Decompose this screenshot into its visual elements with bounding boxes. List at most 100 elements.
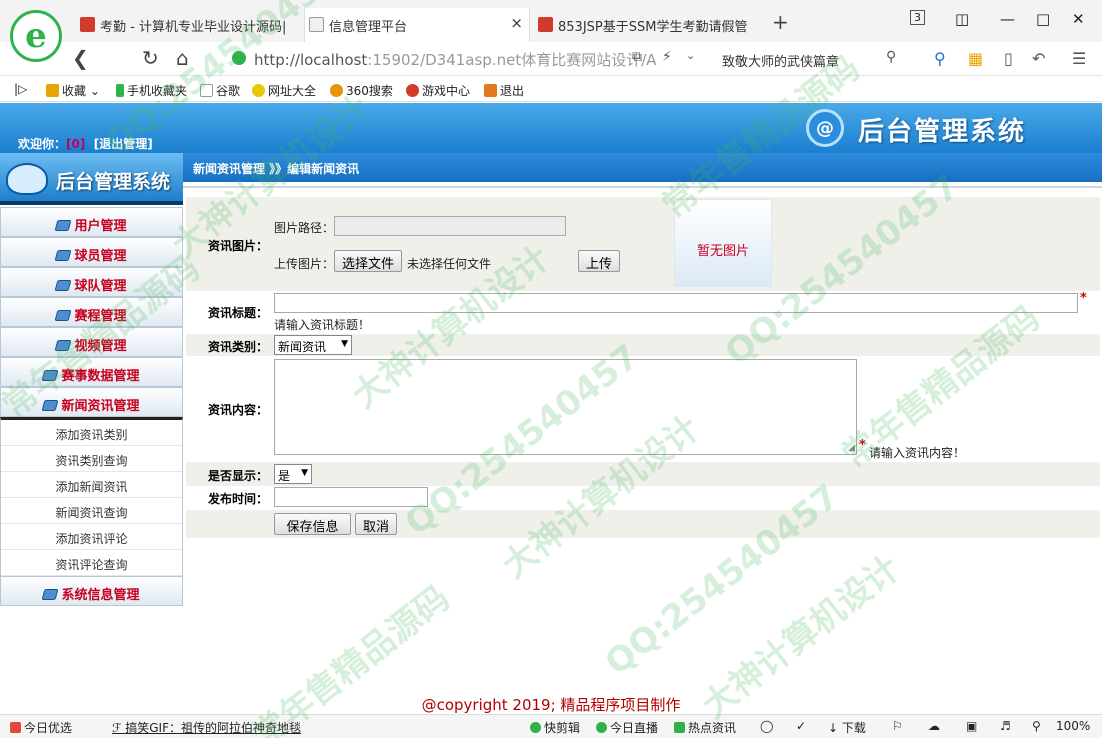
today-live[interactable]: 今日直播 [596,719,658,736]
volume-icon[interactable]: ♬ [1000,719,1011,733]
copyright-footer: @copyright 2019; 精品程序项目制作 [421,696,681,714]
maximize-icon[interactable]: □ [1036,10,1050,28]
menu-item-news[interactable]: 新闻资讯管理 [0,387,183,417]
bookmark-label: 游戏中心 [422,84,471,98]
breadcrumb: 新闻资讯管理 》》编辑新闻资讯 [183,153,1102,182]
tab-kaoqin[interactable]: 考勤 - 计算机专业毕业设计源码| [76,8,302,42]
download[interactable]: ↓ 下载 [828,719,866,736]
image-preview: 暂无图片 [674,199,772,287]
menu-item-match-data[interactable]: 赛事数据管理 [0,357,183,387]
save-button[interactable]: 保存信息 [274,513,351,535]
cancel-button[interactable]: 取消 [355,513,397,535]
zoom-level[interactable]: 100% [1056,719,1090,733]
menu-item-videos[interactable]: 视频管理 [0,327,183,357]
submenu-add-news[interactable]: 添加新闻资讯 [1,472,182,498]
menu-item-label: 赛程管理 [74,309,127,324]
tab-info-platform[interactable]: 信息管理平台 × [304,8,530,42]
edit-news-form: 资讯图片： 图片路径： 上传图片： 选择文件 未选择任何文件 上传 暂无图片 资… [186,197,1100,538]
tab-jsp-project[interactable]: 853JSP基于SSM学生考勤请假管 [534,8,760,42]
menu-item-system[interactable]: 系统信息管理 [0,576,183,606]
browser-status-bar: 今日优选 ℱ 搞笑GIF：祖传的阿拉伯神奇地毯 快剪辑 今日直播 热点资讯 ◯ … [0,714,1102,738]
menu-icon[interactable]: ☰ [1072,49,1086,68]
speed-dial-icon[interactable]: ◯ [760,719,773,733]
submenu-comment-query[interactable]: 资讯评论查询 [1,550,182,576]
menu-icon [55,310,72,321]
menu-item-schedule[interactable]: 赛程管理 [0,297,183,327]
tab-close-icon[interactable]: × [510,14,523,32]
menu-item-teams[interactable]: 球队管理 [0,267,183,297]
content-textarea[interactable]: ◢ [274,359,857,455]
news-link-label: 搞笑GIF：祖传的阿拉伯神奇地毯 [125,721,301,735]
sidebar-header: 后台管理系统 [0,153,183,205]
row-publish-time: 发布时间： [186,486,1100,510]
welcome-label: 欢迎你： [18,137,67,151]
resize-grip-icon[interactable]: ◢ [848,443,855,453]
required-mark: * [1080,291,1087,306]
today-pick[interactable]: 今日优选 [10,719,72,736]
search-icon[interactable]: ⚲ [886,49,896,65]
search-go-icon[interactable]: ⚲ [934,49,946,68]
refresh-icon[interactable]: ↻ [142,46,159,70]
cloud-icon[interactable]: ☁ [928,719,940,733]
zoom-icon[interactable]: ⚲ [1032,719,1041,733]
submenu-add-category[interactable]: 添加资讯类别 [1,420,182,446]
bookmark-label: 退出 [500,84,525,98]
url-path: :15902/D341asp.net体育比赛网站设计/A [367,51,657,69]
menu-item-label: 球员管理 [74,249,127,264]
submenu-category-query[interactable]: 资讯类别查询 [1,446,182,472]
content-hint: 请输入资讯内容！ [869,446,966,460]
bookmark-favorites[interactable]: 收藏 ⌄ [46,82,100,99]
menu-icon [55,280,72,291]
bookmark-label: 360搜索 [346,84,393,98]
bookmark-exit[interactable]: 退出 [484,82,524,99]
chevron-down-icon[interactable]: ⌄ [686,49,695,62]
system-title: 后台管理系统 [858,117,1027,147]
skin-icon[interactable]: ◫ [955,10,969,28]
publish-time-input[interactable] [274,487,428,507]
menu-item-players[interactable]: 球员管理 [0,237,183,267]
submenu-news-query[interactable]: 新闻资讯查询 [1,498,182,524]
tab-favicon-icon [309,17,324,32]
browser-tab-bar: e 考勤 - 计算机专业毕业设计源码| 信息管理平台 × 853JSP基于SSM… [0,0,1102,62]
quick-clip[interactable]: 快剪辑 [530,719,580,736]
menu-icon [42,589,59,600]
tab-favicon-icon [80,17,95,32]
news-link[interactable]: ℱ 搞笑GIF：祖传的阿拉伯神奇地毯 [112,719,301,736]
tab-favicon-icon [538,17,553,32]
close-window-icon[interactable]: ✕ [1072,10,1085,28]
search-360-icon [330,84,343,97]
pin-icon[interactable]: ✓ [796,719,806,733]
live-label: 今日直播 [610,721,659,735]
tab-count-badge[interactable]: 3 [910,10,925,25]
undo-icon[interactable]: ↶ [1032,49,1045,68]
speed-icon[interactable]: ⚡ [662,49,672,65]
share-icon[interactable]: ⧉ [632,49,642,65]
upload-button[interactable]: 上传 [578,250,620,272]
title-input[interactable] [274,293,1078,313]
back-icon[interactable]: ❮ [72,46,89,70]
bookmark-360-search[interactable]: 360搜索 [330,82,393,99]
sidebar-toggle-icon[interactable]: |▷ [14,82,27,96]
exit-icon [484,84,497,97]
search-input[interactable]: 致敬大师的武侠篇章 [714,46,904,72]
bookmark-games[interactable]: 游戏中心 [406,82,470,99]
submenu-add-comment[interactable]: 添加资讯评论 [1,524,182,550]
bookmark-mobile[interactable]: 手机收藏夹 [116,82,187,99]
apps-icon[interactable]: ▦ [968,49,983,68]
display-select[interactable]: 是 ▼ [274,464,312,484]
window-icon[interactable]: ▣ [966,719,977,733]
bookmark-hao[interactable]: 网址大全 [252,82,316,99]
reader-icon[interactable]: ▯ [1004,49,1013,68]
logout-link[interactable]: [退出管理] [94,137,153,151]
home-icon[interactable]: ⌂ [176,46,189,70]
minimize-icon[interactable]: — [1000,10,1015,28]
hot-news[interactable]: 热点资讯 [674,719,736,736]
bookmark-google[interactable]: 谷歌 [200,82,240,99]
bookmark-label: 手机收藏夹 [127,84,188,98]
new-tab-button[interactable]: + [772,10,789,34]
choose-file-button[interactable]: 选择文件 [334,250,402,272]
row-content: 资讯内容： ◢ * 请输入资讯内容！ [186,356,1100,462]
menu-item-users[interactable]: 用户管理 [0,207,183,237]
flag-icon[interactable]: ⚐ [892,719,903,733]
category-select[interactable]: 新闻资讯 ▼ [274,335,352,355]
